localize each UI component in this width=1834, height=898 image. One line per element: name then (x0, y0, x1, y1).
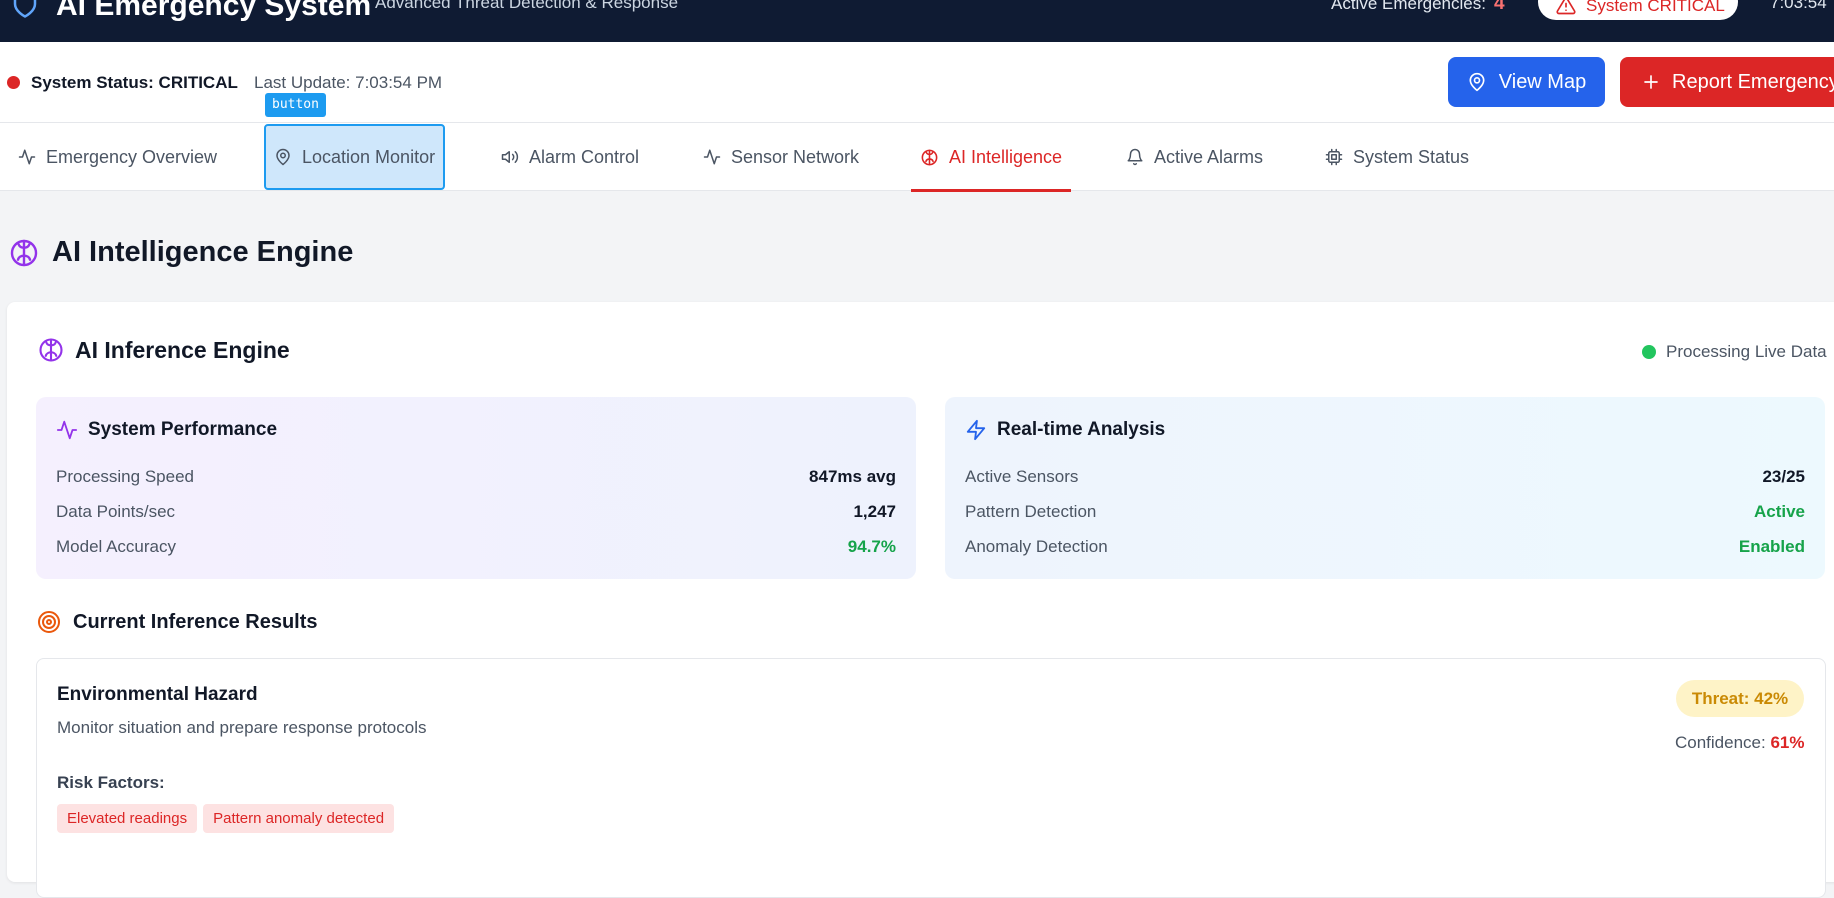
bell-icon (1127, 148, 1143, 166)
metric-row: Pattern Detection Active (965, 502, 1805, 526)
panel-title: System Performance (88, 419, 278, 440)
tab-alarm-control[interactable]: Alarm Control (501, 123, 639, 191)
metric-row: Model Accuracy 94.7% (56, 537, 896, 561)
risk-factor-chip: Elevated readings (57, 804, 198, 833)
activity-icon (56, 420, 78, 440)
metric-value: 94.7% (847, 537, 896, 556)
view-map-button[interactable]: View Map (1448, 57, 1605, 107)
metric-value: Active (1753, 502, 1805, 521)
brain-icon (39, 338, 63, 362)
realtime-analysis-panel: Real-time Analysis Active Sensors 23/25 … (945, 397, 1825, 579)
confidence-value: 61% (1770, 733, 1805, 752)
system-critical-label: System CRITICAL (1586, 0, 1725, 15)
last-update: Last Update: 7:03:54 PM (254, 73, 443, 92)
result-description: Monitor situation and prepare response p… (57, 718, 427, 737)
inference-results-header: Current Inference Results (37, 610, 318, 634)
brain-icon (921, 149, 938, 165)
metric-value: 1,247 (853, 502, 896, 521)
lightning-icon (966, 419, 986, 441)
report-emergency-label: Report Emergency (1672, 70, 1834, 93)
live-status-label: Processing Live Data (1666, 342, 1827, 361)
view-map-label: View Map (1498, 70, 1587, 93)
active-emergencies-label: Active Emergencies: (1331, 0, 1486, 13)
threat-badge: Threat: 42% (1676, 680, 1804, 717)
active-emergencies-count: 4 (1493, 0, 1505, 14)
metric-label: Model Accuracy (56, 537, 176, 556)
page-title: AI Intelligence Engine (52, 236, 354, 268)
system-performance-panel: System Performance Processing Speed 847m… (36, 397, 916, 579)
app-subtitle: Advanced Threat Detection & Response (375, 0, 679, 12)
tab-label: AI Intelligence (949, 146, 1063, 167)
confidence: Confidence: 61% (1675, 733, 1805, 753)
inference-results-title: Current Inference Results (73, 610, 318, 633)
top-header: AI Emergency System Advanced Threat Dete… (0, 0, 1834, 42)
hover-tag: button (265, 93, 326, 117)
tab-label: Alarm Control (529, 146, 640, 167)
tab-label: Active Alarms (1154, 146, 1264, 167)
status-bar: System Status: CRITICAL Last Update: 7:0… (0, 42, 1834, 123)
result-title: Environmental Hazard (57, 684, 258, 705)
system-status: System Status: CRITICAL (31, 73, 238, 92)
activity-icon (18, 149, 36, 165)
tab-bar: Emergency Overview Location Monitor Alar… (0, 123, 1834, 192)
app-title: AI Emergency System (56, 0, 372, 22)
metric-label: Processing Speed (56, 467, 194, 486)
metric-row: Processing Speed 847ms avg (56, 467, 896, 491)
risk-factors-list: Elevated readings Pattern anomaly detect… (57, 804, 395, 833)
header-clock: 7:03:54 (1770, 0, 1827, 12)
page-heading: AI Intelligence Engine (8, 236, 353, 269)
metric-row: Anomaly Detection Enabled (965, 537, 1805, 561)
tab-ai-intelligence[interactable]: AI Intelligence (911, 123, 1072, 192)
metric-label: Anomaly Detection (965, 537, 1108, 556)
tab-label: System Status (1353, 146, 1470, 167)
metric-row: Data Points/sec 1,247 (56, 502, 896, 526)
risk-factor-chip: Pattern anomaly detected (203, 804, 395, 833)
live-dot (1642, 345, 1656, 359)
metric-row: Active Sensors 23/25 (965, 467, 1805, 491)
tab-label: Sensor Network (731, 146, 860, 167)
metric-value: Enabled (1738, 537, 1805, 556)
card-header: AI Inference Engine (37, 336, 290, 364)
map-pin-icon (276, 148, 290, 166)
inference-engine-card: AI Inference Engine Processing Live Data… (7, 302, 1834, 898)
speaker-icon (501, 151, 519, 163)
cpu-icon (1325, 148, 1343, 166)
plus-icon (1644, 75, 1658, 89)
tab-system-status[interactable]: System Status (1325, 123, 1469, 191)
metric-value: 23/25 (1762, 467, 1805, 486)
tab-label: Emergency Overview (46, 146, 218, 167)
tab-emergency-overview[interactable]: Emergency Overview (18, 123, 217, 191)
metric-label: Active Sensors (965, 467, 1079, 486)
live-status: Processing Live Data (1642, 342, 1827, 362)
inference-result-card[interactable]: Environmental Hazard Monitor situation a… (36, 658, 1826, 898)
risk-factors-label: Risk Factors: (57, 773, 165, 792)
brain-icon (10, 239, 38, 266)
confidence-label: Confidence: (1675, 733, 1766, 752)
report-emergency-button[interactable]: Report Emergency (1620, 57, 1834, 107)
status-dot (7, 76, 20, 89)
active-emergencies: Active Emergencies: 4 (1331, 0, 1505, 15)
alert-triangle-icon (1556, 0, 1576, 15)
metric-value: 847ms avg (809, 467, 896, 486)
metric-label: Data Points/sec (56, 502, 176, 521)
panel-header: Real-time Analysis (965, 419, 1165, 441)
metric-label: Pattern Detection (965, 502, 1097, 521)
card-title: AI Inference Engine (75, 336, 290, 363)
panel-title: Real-time Analysis (997, 419, 1166, 440)
tab-label: Location Monitor (302, 146, 436, 167)
panel-header: System Performance (56, 419, 277, 441)
tab-active-alarms[interactable]: Active Alarms (1126, 123, 1263, 191)
tab-location-monitor[interactable]: Location Monitor (264, 124, 446, 190)
system-critical-badge[interactable]: System CRITICAL (1538, 0, 1738, 20)
tab-sensor-network[interactable]: Sensor Network (703, 123, 859, 191)
activity-icon (703, 149, 721, 165)
map-pin-icon (1469, 72, 1485, 92)
shield-icon (13, 0, 37, 18)
target-icon (38, 611, 60, 633)
